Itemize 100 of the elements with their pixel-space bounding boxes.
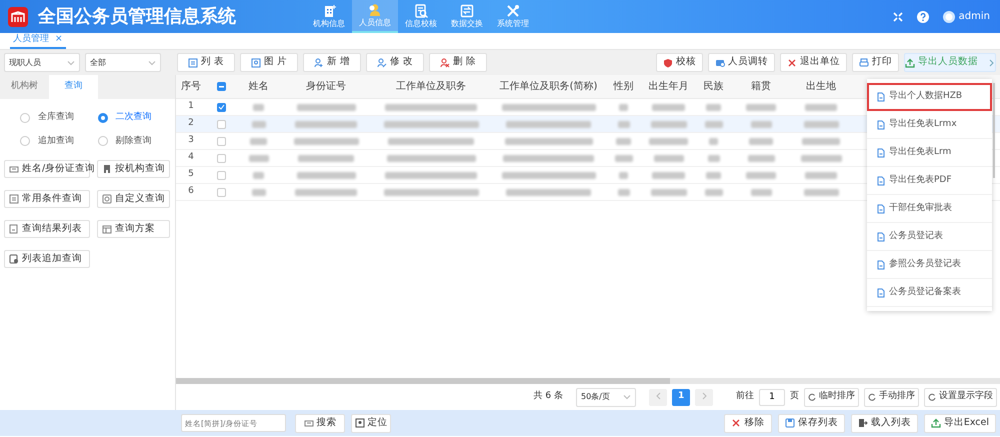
next-page-button[interactable] xyxy=(695,388,713,406)
blurred-text xyxy=(252,120,266,128)
total-count: 共 6 条 xyxy=(534,390,563,404)
toolbar-button[interactable]: 退出单位 xyxy=(780,53,847,72)
search-button[interactable]: 搜索 xyxy=(295,414,345,432)
row-checkbox[interactable] xyxy=(216,188,226,196)
toolbar-button[interactable]: 打印 xyxy=(852,53,899,72)
toolbar-button[interactable]: 移除 xyxy=(724,414,772,432)
row-checkbox[interactable] xyxy=(216,170,226,180)
radio-button[interactable] xyxy=(20,112,30,123)
menu-item[interactable]: 干部任免审批表 xyxy=(867,195,992,223)
chevron-down-icon xyxy=(148,60,156,66)
file-icon xyxy=(877,92,885,102)
sort-button[interactable]: 手动排序 xyxy=(864,388,919,406)
menu-item[interactable]: 导出任免表Lrmx xyxy=(867,111,992,139)
menu-item[interactable]: 导出个人数据HZB xyxy=(867,83,992,111)
query-button[interactable]: 常用条件查询 xyxy=(4,190,90,208)
scrollbar-thumb[interactable] xyxy=(993,83,995,178)
query-button[interactable]: 列表追加查询 xyxy=(4,250,90,268)
radio-label: 二次查询 xyxy=(116,111,152,124)
row-checkbox[interactable] xyxy=(216,120,226,128)
toolbar-button[interactable]: 图 片 xyxy=(240,53,298,72)
list-icon xyxy=(188,58,198,68)
select-field[interactable]: 现职人员 xyxy=(4,53,80,72)
column-header: 民族 xyxy=(696,75,731,99)
page-size-select[interactable]: 50条/页 xyxy=(576,388,636,406)
add-user-icon xyxy=(314,58,324,68)
query-button[interactable]: 自定义查询 xyxy=(97,190,170,208)
blurred-text xyxy=(704,188,722,196)
delete-user-icon xyxy=(440,58,450,68)
row-checkbox[interactable] xyxy=(216,136,226,146)
file-icon xyxy=(877,204,885,214)
toolbar-button[interactable]: 修 改 xyxy=(366,53,424,72)
blurred-text xyxy=(746,104,776,110)
person-icon xyxy=(368,3,382,18)
row-checkbox[interactable] xyxy=(216,102,226,112)
chevron-down-icon xyxy=(623,394,631,400)
toolbar-button[interactable]: 保存列表 xyxy=(778,414,845,432)
column-header: 出生年月 xyxy=(641,75,696,99)
file-icon xyxy=(877,260,885,270)
query-button[interactable]: 查询结果列表 xyxy=(4,220,90,238)
file-icon xyxy=(877,176,885,186)
menu-item[interactable]: 公务员登记表 xyxy=(867,223,992,251)
radio-button[interactable] xyxy=(98,136,108,146)
picture-icon xyxy=(250,58,261,68)
toolbar-button[interactable]: 载入列表 xyxy=(850,414,918,432)
select-field[interactable]: 全部 xyxy=(85,53,161,72)
query-button[interactable]: 查询方案 xyxy=(97,220,170,238)
chevron-right-icon xyxy=(989,58,995,66)
menu-item[interactable]: 导出任免表PDF xyxy=(867,167,992,195)
scrollbar-thumb[interactable] xyxy=(176,378,670,384)
chevron-left-icon xyxy=(656,392,660,400)
blurred-text xyxy=(708,154,720,162)
blurred-text xyxy=(294,138,358,144)
chevron-right-icon xyxy=(702,392,706,400)
sort-button[interactable]: 设置显示字段 xyxy=(924,388,997,406)
page-input[interactable]: 1 xyxy=(759,388,785,406)
load-icon xyxy=(858,418,868,428)
refresh-icon xyxy=(868,393,876,401)
previous-page-button[interactable] xyxy=(649,388,667,406)
column-header: 序号 xyxy=(176,75,206,99)
row-checkbox[interactable] xyxy=(216,154,226,162)
toolbar-button[interactable]: 人员调转 xyxy=(708,53,775,72)
radio-button[interactable] xyxy=(98,112,108,123)
blurred-text xyxy=(650,188,686,196)
sidebar-tab[interactable]: 查询 xyxy=(49,75,98,99)
building-icon xyxy=(102,164,112,174)
blurred-text xyxy=(295,120,357,128)
toolbar-button[interactable]: 新 增 xyxy=(303,53,361,72)
menu-item[interactable]: 公务员登记备案表 xyxy=(867,279,992,307)
radio-button[interactable] xyxy=(20,136,30,146)
column-header: 工作单位及职务(简称) xyxy=(491,75,606,99)
toolbar-button[interactable]: 导出Excel xyxy=(924,414,996,432)
sort-button[interactable]: 临时排序 xyxy=(804,388,859,406)
query-button[interactable]: 按机构查询 xyxy=(97,160,170,178)
toolbar-button[interactable]: 删 除 xyxy=(429,53,487,72)
goto-label: 前往 xyxy=(736,390,754,404)
close-icon xyxy=(787,58,797,68)
toolbar-button[interactable]: 校核 xyxy=(656,53,703,72)
menu-item[interactable]: 导出任免表Lrm xyxy=(867,139,992,167)
blurred-text xyxy=(805,172,837,178)
refresh-icon xyxy=(928,393,936,401)
id-card-icon xyxy=(9,164,19,174)
select-all-checkbox[interactable] xyxy=(216,82,226,91)
blurred-text xyxy=(804,120,838,128)
row-number: 5 xyxy=(176,167,206,184)
page-unit: 页 xyxy=(790,390,799,404)
blurred-text xyxy=(253,104,264,110)
menu-item[interactable]: 参照公务员登记表 xyxy=(867,251,992,279)
blurred-text xyxy=(614,154,632,162)
app-title: 全国公务员管理信息系统 xyxy=(38,5,236,29)
sidebar-tab[interactable]: 机构树 xyxy=(0,75,49,99)
radio-label: 全库查询 xyxy=(38,111,74,124)
toolbar-button[interactable]: 列 表 xyxy=(177,53,235,72)
blurred-text xyxy=(749,138,773,144)
column-header: 籍贯 xyxy=(731,75,791,99)
locate-button[interactable]: 定位 xyxy=(351,414,391,432)
blurred-text xyxy=(748,154,774,162)
table-icon xyxy=(102,224,112,234)
blurred-text xyxy=(248,154,268,162)
